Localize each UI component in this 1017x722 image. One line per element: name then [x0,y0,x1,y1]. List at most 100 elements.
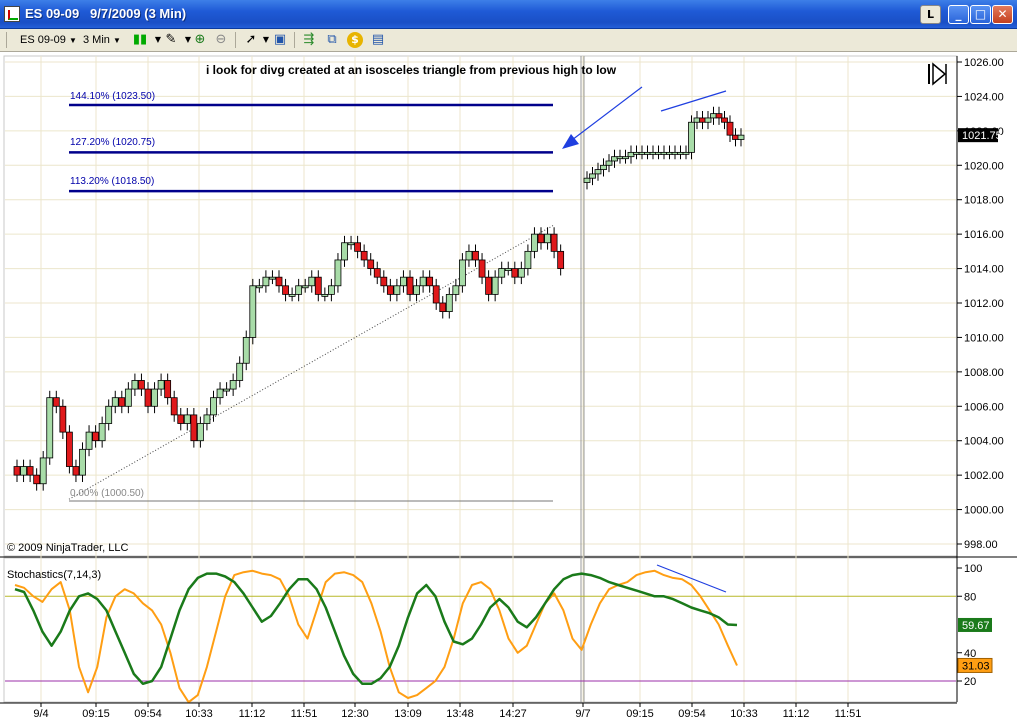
candle-down [426,276,434,287]
close-button[interactable]: ✕ [992,5,1013,24]
data-box-icon[interactable]: ▤ [370,32,386,48]
candle-up [236,362,244,381]
pencil-icon[interactable]: ✎ [163,32,179,48]
candle-up [327,285,335,295]
fib-level-label: 0.00% (1000.50) [70,488,144,499]
dollar-icon[interactable]: $ [347,32,363,48]
price-tick-label: 1010.00 [964,332,1004,344]
candle-up [605,160,613,166]
candle-up [223,388,231,392]
candle-down [732,134,739,140]
candle-up [196,423,204,442]
candle-up [491,276,499,295]
candle-up [419,276,427,287]
candle-down [715,113,723,119]
candlestick-icon[interactable]: ▮▮ [132,32,148,48]
candle-down [33,474,41,485]
price-tick-label: 1012.00 [964,298,1004,310]
candle-up [445,293,453,313]
candle-down [550,233,558,252]
strategy-icon[interactable]: ⇶ [301,32,317,48]
candle-down [275,276,283,287]
candle-up [671,151,679,155]
fib-level-label: 144.10% (1023.50) [70,91,156,102]
candle-up [688,121,695,153]
candle-down [26,466,34,476]
candle-up [710,113,717,119]
stoch-tick-label: 20 [964,676,976,688]
minimize-button[interactable]: _ [948,5,969,24]
candle-down [557,250,565,269]
time-tick-label: 10:33 [185,708,213,720]
properties-icon[interactable]: ▣ [272,32,288,48]
fib-level-label: 113.20% (1018.50) [70,176,155,187]
candle-up [693,117,701,123]
candle-down [432,285,440,304]
candle-down [472,250,479,261]
candle-up [682,151,690,155]
time-tick-label: 11:51 [291,708,318,720]
window-title: ES 09-09 9/7/2009 (3 Min) [25,6,187,21]
price-tick-label: 1008.00 [964,367,1004,379]
candle-up [452,285,460,295]
candle-up [622,156,629,160]
candle-up [677,151,684,155]
candle-up [157,380,165,390]
zoom-out-icon[interactable]: ⊖ [213,32,229,48]
link-button[interactable]: L [920,5,941,24]
candle-up [517,268,525,278]
zoom-in-icon[interactable]: ⊕ [192,32,208,48]
candle-down [52,397,60,407]
maximize-button[interactable]: □ [970,5,991,24]
candle-up [79,448,86,476]
candle-up [504,268,512,271]
candle-up [465,250,473,261]
time-tick-label: 12:30 [341,708,369,720]
candle-up [616,156,624,160]
candle-up [531,233,538,252]
price-tick-label: 998.00 [964,539,998,551]
candle-up [295,285,303,295]
annotation-text: i look for divg created at an isosceles … [206,63,617,77]
time-tick-label: 09:15 [626,708,654,720]
candle-up [85,431,93,450]
price-tick-label: 1014.00 [964,264,1004,276]
candle-up [308,276,316,287]
interval-selector[interactable]: 3 Min ▼ [83,31,121,49]
candle-up [655,151,662,155]
candle-up [589,173,596,179]
candle-down [406,276,414,295]
candle-up [544,233,551,244]
candle-down [118,397,126,407]
price-tick-label: 1002.00 [964,470,1004,482]
candle-up [600,164,607,170]
candle-up [660,151,668,155]
candle-up [737,134,745,140]
candle-down [72,466,80,476]
candle-up [20,466,27,476]
candle-up [216,388,224,399]
candle-up [262,276,270,287]
candle-up [666,151,673,155]
candle-down [386,285,394,295]
cursor-icon[interactable]: ➚ [243,32,259,48]
time-tick-label: 14:27 [499,708,527,720]
time-tick-label: 9/4 [33,708,48,720]
candle-up [151,388,158,407]
price-axis: 1026.001024.001022.001020.001018.001016.… [957,57,1004,551]
price-chart[interactable]: 1026.001024.001022.001020.001018.001016.… [0,53,1017,722]
candle-up [183,414,191,424]
candle-up [301,285,309,289]
candle-down [360,250,368,261]
candle-up [321,293,329,297]
toolbar-separator [235,32,236,48]
instrument-selector[interactable]: ES 09-09 ▼ [20,31,77,49]
candle-up [288,293,296,297]
stoch-pane [3,557,958,703]
time-tick-label: 13:48 [446,708,474,720]
time-tick-label: 09:54 [678,708,706,720]
indicator-icon[interactable]: ⧉ [324,32,340,48]
candle-up [638,151,646,155]
stochastics-title: Stochastics(7,14,3) [7,569,102,581]
candle-down [478,259,486,278]
